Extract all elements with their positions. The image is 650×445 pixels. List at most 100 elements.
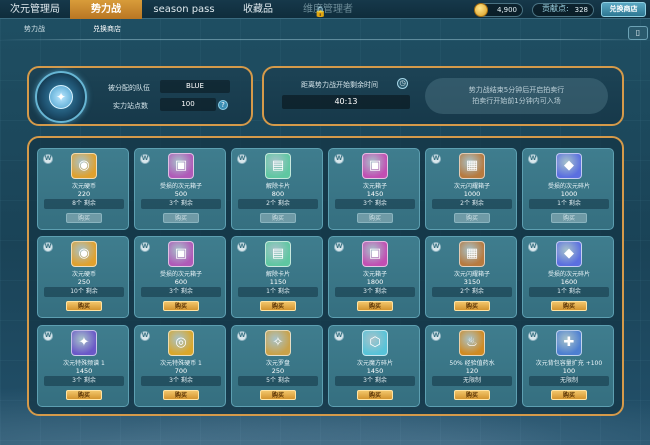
auction-notice: 势力战结束5分钟后开启拍卖行 拍卖行开始前1分钟内可入场 [425,78,608,114]
info-badge-icon[interactable]: W [334,154,344,164]
ticket-icon: ▤ [265,153,291,179]
tab-season-pass[interactable]: season pass [142,0,226,19]
info-badge-icon[interactable]: W [43,331,53,341]
shop-item-card[interactable]: W ▦ 次元闪耀箱子 1000 2个 剩余 购买 [425,148,517,230]
cube-icon: ⬡ [362,330,388,356]
info-badge-icon[interactable]: W [140,154,150,164]
item-price: 1150 [269,278,287,286]
item-price: 500 [174,190,188,198]
info-badge-icon[interactable]: W [431,242,441,252]
item-name: 解除卡片 [265,183,290,190]
coin-counter[interactable]: 4,900 [474,3,523,17]
exchange-shop-button[interactable]: 兑换商店 [601,2,646,17]
shop-item-card[interactable]: W ▣ 受损的次元箱子 600 3个 剩余 购买 [134,236,226,318]
item-name: 解除卡片 [265,271,290,278]
shop-item-card[interactable]: W ▣ 次元箱子 1450 3个 剩余 购买 [328,148,420,230]
item-name: 次元箱子 [362,271,387,278]
item-stock: 3个 剩余 [141,199,221,209]
buy-button[interactable]: 购买 [357,301,393,311]
item-name: 次元硬币 [71,271,96,278]
clock-icon: ◷ [397,78,408,89]
chest-icon: ▣ [168,241,194,267]
shop-item-card[interactable]: W ▦ 次元闪耀箱子 3150 2个 剩余 购买 [425,236,517,318]
item-price: 1450 [75,367,93,375]
buy-button[interactable]: 购买 [551,213,587,223]
buy-button[interactable]: 购买 [260,213,296,223]
item-price: 3150 [463,278,481,286]
info-badge-icon[interactable]: W [334,331,344,341]
buy-button[interactable]: 购买 [454,213,490,223]
info-badge-icon[interactable]: W [237,154,247,164]
buy-button[interactable]: 购买 [260,301,296,311]
info-badge-icon[interactable]: W [528,331,538,341]
contribution-prefix: 贡献点: [542,4,569,13]
faction-emblem-icon: ✦ [35,71,87,123]
info-badge-icon[interactable]: W [237,331,247,341]
info-badge-icon[interactable]: W [431,154,441,164]
shop-item-card[interactable]: W ♨ 50% 经验值药水 120 无限制 购买 [425,325,517,407]
shop-item-card[interactable]: W ✦ 次元特殊频谱 1 1450 3个 剩余 购买 [37,325,129,407]
contribution-counter[interactable]: 贡献点: 328 [532,3,594,17]
shop-item-card[interactable]: W ◆ 受损的次元碎片 1600 1个 剩余 购买 [522,236,614,318]
coin-icon: ◉ [71,153,97,179]
info-badge-icon[interactable]: W [140,242,150,252]
buy-button[interactable]: 购买 [163,390,199,400]
shop-item-card[interactable]: W ⬡ 次元魔方碎片 1450 3个 剩余 购买 [328,325,420,407]
crystal-icon: ◆ [556,153,582,179]
item-stock: 无限制 [432,376,512,386]
buy-button[interactable]: 购买 [454,301,490,311]
buy-button[interactable]: 购买 [551,390,587,400]
item-stock: 10个 剩余 [44,287,124,297]
shop-item-card[interactable]: W ✚ 次元背包容量扩充 +100 100 无限制 购买 [522,325,614,407]
info-badge-icon[interactable]: W [528,242,538,252]
subtab-exchange-shop[interactable]: 兑换商店 [93,24,121,34]
item-price: 100 [562,367,576,375]
buy-button[interactable]: 购买 [66,213,102,223]
buy-button[interactable]: 购买 [357,390,393,400]
item-stock: 1个 剩余 [529,287,609,297]
item-name: 次元特殊硬币 1 [160,360,202,367]
tab-dimension-manager[interactable]: 维度管理者 🔒 [292,0,364,19]
shop-item-card[interactable]: W ◆ 受损的次元碎片 1000 1个 剩余 购买 [522,148,614,230]
info-badge-icon[interactable]: W [334,242,344,252]
item-name: 受损的次元箱子 [159,183,202,190]
item-name: 次元硬币 [71,183,96,190]
countdown-value: 40:13 [282,95,410,109]
item-price: 1600 [560,278,578,286]
help-icon[interactable]: ? [218,100,228,110]
item-price: 250 [77,278,91,286]
info-badge-icon[interactable]: W [43,242,53,252]
book-icon[interactable]: ▯ [628,26,648,40]
info-badge-icon[interactable]: W [237,242,247,252]
tab-faction-war[interactable]: 势力战 [70,0,142,19]
item-price: 120 [465,367,479,375]
buy-button[interactable]: 购买 [163,213,199,223]
buy-button[interactable]: 购买 [454,390,490,400]
shop-item-card[interactable]: W ▤ 解除卡片 800 2个 剩余 购买 [231,148,323,230]
info-badge-icon[interactable]: W [140,331,150,341]
box-icon: ▦ [459,153,485,179]
item-name: 次元闪耀箱子 [453,183,490,190]
buy-button[interactable]: 购买 [260,390,296,400]
buy-button[interactable]: 购买 [163,301,199,311]
item-stock: 8个 剩余 [44,199,124,209]
subtab-faction-war[interactable]: 势力战 [24,24,45,34]
shop-item-card[interactable]: W ✧ 次元罗盘 250 5个 剩余 购买 [231,325,323,407]
shop-item-card[interactable]: W ◉ 次元硬币 220 8个 剩余 购买 [37,148,129,230]
shop-item-card[interactable]: W ◎ 次元特殊硬币 1 700 3个 剩余 购买 [134,325,226,407]
info-badge-icon[interactable]: W [43,154,53,164]
shop-item-card[interactable]: W ▣ 次元箱子 1800 3个 剩余 购买 [328,236,420,318]
buy-button[interactable]: 购买 [66,301,102,311]
tab-collection[interactable]: 收藏品 [226,0,290,19]
shop-item-card[interactable]: W ◉ 次元硬币 250 10个 剩余 购买 [37,236,129,318]
shop-item-card[interactable]: W ▤ 解除卡片 1150 1个 剩余 购买 [231,236,323,318]
auction-notice-line-2: 拍卖行开始前1分钟内可入场 [472,97,561,105]
item-stock: 2个 剩余 [432,199,512,209]
buy-button[interactable]: 购买 [551,301,587,311]
shop-item-card[interactable]: W ▣ 受损的次元箱子 500 3个 剩余 购买 [134,148,226,230]
buy-button[interactable]: 购买 [66,390,102,400]
info-badge-icon[interactable]: W [431,331,441,341]
buy-button[interactable]: 购买 [357,213,393,223]
info-badge-icon[interactable]: W [528,154,538,164]
tab-dimension-bureau[interactable]: 次元管理局 [0,0,70,19]
